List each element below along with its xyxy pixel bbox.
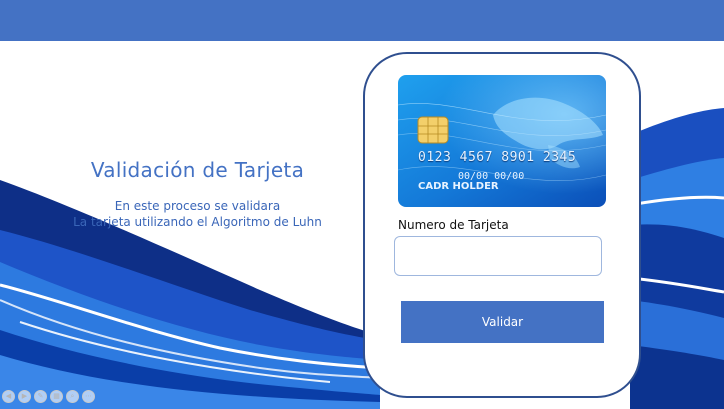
card-number-label: Numero de Tarjeta [398,218,509,232]
card-chip-icon [417,116,449,144]
intro-description: En este proceso se validara La tarjeta u… [60,198,335,230]
pen-icon[interactable]: ✎ [34,390,47,403]
zoom-icon[interactable]: ⌕ [66,390,79,403]
presentation-controls: ◀ ▶ ✎ ▦ ⌕ ⋯ [2,390,95,406]
card-number: 0123 4567 8901 2345 [418,150,577,165]
intro-line-2: La tarjeta utilizando el Algoritmo de Lu… [73,215,322,229]
credit-card-image: 0123 4567 8901 2345 00/00 00/00 CADR HOL… [398,75,606,207]
intro-block: Validación de Tarjeta En este proceso se… [60,158,335,230]
previous-icon[interactable]: ◀ [2,390,15,403]
card-number-input[interactable] [394,236,602,276]
next-icon[interactable]: ▶ [18,390,31,403]
card-holder: CADR HOLDER [418,181,499,192]
intro-line-1: En este proceso se validara [114,199,281,213]
validate-button[interactable]: Validar [401,301,604,343]
slides-icon[interactable]: ▦ [50,390,63,403]
page-title: Validación de Tarjeta [90,158,305,182]
more-icon[interactable]: ⋯ [82,390,95,403]
